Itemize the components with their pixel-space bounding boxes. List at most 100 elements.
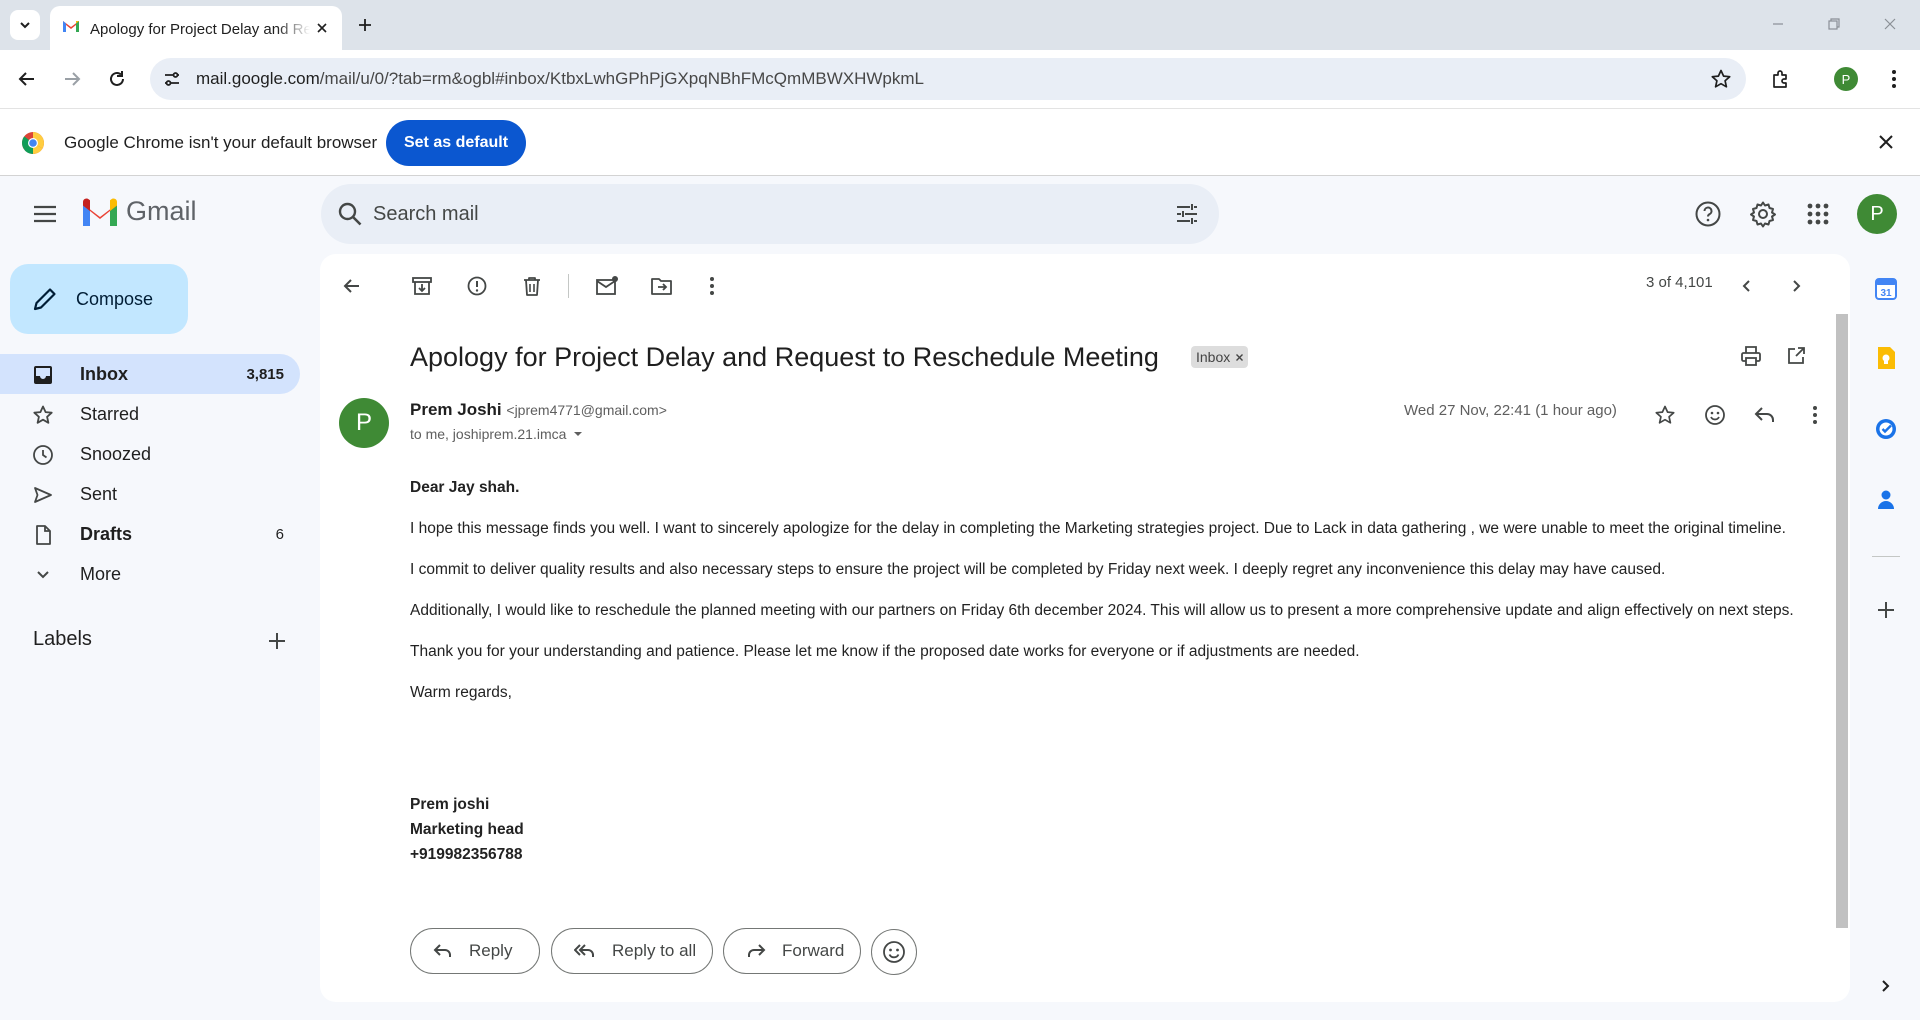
label-chip-inbox[interactable]: Inbox [1191,346,1249,368]
body-paragraph: I commit to deliver quality results and … [410,561,1666,578]
older-chevron-right-icon[interactable] [1778,268,1814,304]
reload-icon[interactable] [101,63,133,95]
google-apps-icon[interactable] [1800,196,1836,232]
reply-icon [433,942,453,960]
address-bar[interactable]: mail.google.com/mail/u/0/?tab=rm&ogbl#in… [150,58,1746,100]
reply-icon[interactable] [1748,398,1782,432]
calendar-app-icon[interactable]: 31 [1870,273,1902,305]
settings-gear-icon[interactable] [1745,196,1781,232]
nav-label: Drafts [80,524,133,544]
main-menu-icon[interactable] [26,198,64,230]
search-input[interactable] [373,194,1133,234]
restore-window-icon[interactable] [1822,12,1846,36]
body-paragraph: Additionally, I would like to reschedule… [410,602,1794,619]
smiley-icon [883,941,905,963]
close-tab-icon[interactable] [312,18,332,38]
show-details-caret-icon[interactable] [572,430,584,438]
print-icon[interactable] [1733,338,1769,374]
clock-icon [32,444,54,466]
nav-item-more[interactable]: More [0,554,300,594]
search-options-icon[interactable] [1175,202,1199,226]
scrollbar[interactable] [1836,314,1848,928]
default-browser-infobar: Google Chrome isn't your default browser… [0,108,1920,176]
close-infobar-icon[interactable] [1877,133,1895,151]
nav-count: 3,815 [246,366,284,383]
keep-app-icon[interactable] [1870,342,1902,374]
url-text: mail.google.com/mail/u/0/?tab=rm&ogbl#in… [196,69,924,89]
message-body: Dear Jay shah. I hope this message finds… [410,476,1815,722]
url-path: /mail/u/0/?tab=rm&ogbl#inbox/KtbxLwhGPhP… [319,69,924,88]
sender-name[interactable]: Prem Joshi [410,400,502,419]
remove-label-close-icon[interactable] [1235,353,1244,362]
labels-heading: Labels [33,628,92,650]
message-more-icon[interactable] [1798,398,1832,432]
nav-count: 6 [275,526,284,543]
site-settings-icon[interactable] [162,69,182,89]
contacts-app-icon[interactable] [1870,483,1902,515]
nav-item-inbox[interactable]: Inbox 3,815 [0,354,300,394]
more-actions-icon[interactable] [694,268,730,304]
set-as-default-button[interactable]: Set as default [386,120,526,166]
recipient-details[interactable]: to me, joshiprem.21.imca [410,426,584,442]
chevron-down-icon [20,22,30,29]
tasks-app-icon[interactable] [1870,413,1902,445]
star-message-icon[interactable] [1648,398,1682,432]
browser-toolbar: mail.google.com/mail/u/0/?tab=rm&ogbl#in… [0,50,1920,108]
reply-button[interactable]: Reply [410,928,540,974]
report-spam-icon[interactable] [459,268,495,304]
chevron-down-icon [32,564,54,586]
chrome-menu-icon[interactable] [1878,63,1910,95]
nav-item-drafts[interactable]: Drafts 6 [0,514,300,554]
emoji-reaction-button[interactable] [871,929,917,975]
delete-trash-icon[interactable] [514,268,550,304]
chrome-profile-avatar[interactable]: P [1834,67,1858,91]
archive-icon[interactable] [404,268,440,304]
gmail-logo[interactable]: Gmail [80,196,197,227]
browser-tab-strip: Apology for Project Delay and Request to… [0,0,1920,50]
search-icon[interactable] [337,201,363,227]
signature: Prem joshi Marketing head +919982356788 [410,792,524,867]
gmail-m-icon [83,198,117,226]
extensions-icon[interactable] [1765,63,1797,95]
signature-name: Prem joshi [410,796,490,813]
gmail-favicon-icon [62,19,80,33]
recipient-text: to me, joshiprem.21.imca [410,426,567,442]
infobar-message: Google Chrome isn't your default browser [64,133,378,152]
expand-side-panel-chevron-icon[interactable] [1870,970,1902,1002]
create-label-plus-icon[interactable] [264,628,290,654]
nav-label: Snoozed [80,444,152,464]
reply-all-label: Reply to all [612,941,697,960]
browser-tab-active[interactable]: Apology for Project Delay and Request to… [50,6,342,50]
message-view: 3 of 4,101 Apology for Project Delay and… [320,254,1850,1002]
search-bar [321,184,1219,244]
compose-button[interactable]: Compose [10,264,188,334]
bookmark-star-icon[interactable] [1710,68,1732,90]
add-reaction-emoji-icon[interactable] [1698,398,1732,432]
newer-chevron-left-icon[interactable] [1729,268,1765,304]
greeting: Dear Jay shah. [410,479,520,496]
nav-item-snoozed[interactable]: Snoozed [0,434,300,474]
forward-button[interactable]: Forward [723,928,861,974]
star-icon [32,404,54,426]
reply-all-icon [574,942,596,960]
sender-line: Prem Joshi <jprem4771@gmail.com> [410,400,667,420]
move-to-folder-icon[interactable] [644,268,680,304]
nav-item-starred[interactable]: Starred [0,394,300,434]
nav-item-sent[interactable]: Sent [0,474,300,514]
minimize-window-icon[interactable] [1766,12,1790,36]
gmail-logo-text: Gmail [126,196,197,226]
close-window-icon[interactable] [1878,12,1902,36]
help-icon[interactable] [1690,196,1726,232]
reply-all-button[interactable]: Reply to all [551,928,713,974]
back-to-inbox-icon[interactable] [334,268,370,304]
mark-unread-icon[interactable] [589,268,625,304]
forward-icon[interactable] [56,63,88,95]
open-new-window-icon[interactable] [1778,338,1814,374]
tab-search-button[interactable] [10,10,40,40]
draft-icon [32,524,54,546]
sender-avatar[interactable]: P [339,398,389,448]
account-avatar[interactable]: P [1857,194,1897,234]
new-tab-icon[interactable] [352,12,378,38]
get-addons-plus-icon[interactable] [1870,594,1902,626]
back-icon[interactable] [11,63,43,95]
